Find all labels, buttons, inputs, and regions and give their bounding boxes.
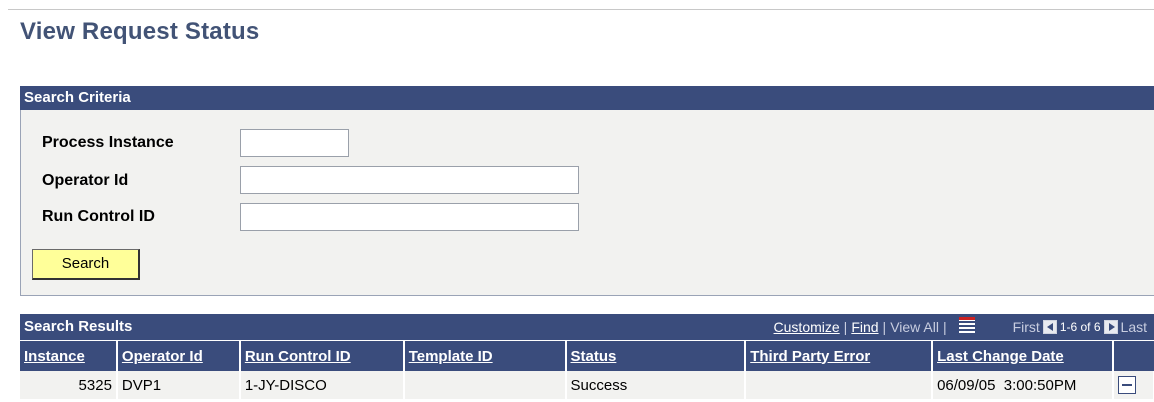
cell-actions [1112, 371, 1154, 399]
process-instance-input[interactable] [240, 129, 349, 157]
page-title: View Request Status [20, 18, 260, 45]
last-link[interactable]: Last [1121, 314, 1147, 340]
column-header-template-id[interactable]: Template ID [403, 341, 567, 371]
run-control-id-input[interactable] [240, 203, 579, 231]
first-link[interactable]: First [1013, 314, 1040, 340]
operator-id-label: Operator Id [42, 172, 129, 189]
operator-id-input[interactable] [240, 166, 579, 194]
delete-row-icon[interactable] [1117, 376, 1136, 395]
cell-run-control-id: 1-JY-DISCO [239, 371, 405, 399]
cell-last-change-date: 06/09/05 3:00:50PM [932, 371, 1114, 399]
column-header-instance[interactable]: Instance [20, 341, 118, 371]
cell-template-id [403, 371, 567, 399]
view-all-link[interactable]: View All [890, 314, 939, 340]
cell-instance: 5325 [20, 371, 118, 399]
spreadsheet-icon[interactable] [958, 317, 975, 333]
search-results-header: Search Results Customize | Find | View A… [20, 314, 1154, 340]
results-toolbar: Customize | Find | View All | First 1-6 … [774, 314, 1147, 340]
next-arrow-icon[interactable] [1103, 320, 1118, 334]
toolbar-separator: | [843, 319, 848, 335]
column-header-third-party-error[interactable]: Third Party Error [745, 341, 934, 371]
column-header-status[interactable]: Status [565, 341, 747, 371]
toolbar-separator: | [942, 319, 947, 335]
top-divider [8, 9, 1154, 10]
column-header-operator-id[interactable]: Operator Id [116, 341, 241, 371]
column-header-actions [1112, 341, 1154, 371]
row-range-indicator: 1-6 of 6 [1059, 320, 1101, 334]
cell-status: Success [565, 371, 747, 399]
customize-link[interactable]: Customize [774, 314, 840, 340]
toolbar-separator: | [882, 319, 887, 335]
search-criteria-panel [20, 110, 1154, 296]
search-button[interactable]: Search [32, 249, 140, 280]
search-results-title: Search Results [24, 318, 133, 335]
results-table: Instance Operator Id Run Control ID Temp… [20, 341, 1154, 399]
column-header-run-control-id[interactable]: Run Control ID [239, 341, 405, 371]
process-instance-label: Process Instance [42, 134, 174, 151]
cell-operator-id: DVP1 [116, 371, 241, 399]
column-header-last-change-date[interactable]: Last Change Date [932, 341, 1114, 371]
cell-third-party-error [745, 371, 934, 399]
search-criteria-header: Search Criteria [20, 86, 1154, 110]
table-header-row: Instance Operator Id Run Control ID Temp… [20, 341, 1154, 371]
run-control-id-label: Run Control ID [42, 208, 155, 225]
prev-arrow-icon[interactable] [1042, 320, 1057, 334]
find-link[interactable]: Find [851, 314, 878, 340]
table-row: 5325 DVP1 1-JY-DISCO Success 06/09/05 3:… [20, 371, 1154, 399]
